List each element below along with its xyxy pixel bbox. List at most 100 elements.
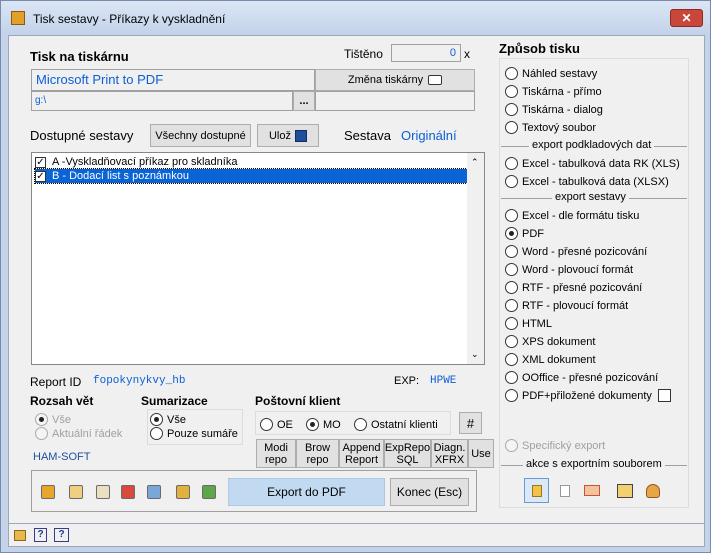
new-icon[interactable] [14,530,26,541]
scroll-up-icon[interactable]: ⌃ [471,157,479,168]
path-field[interactable]: g:\ [31,91,293,111]
radio-icon [505,157,518,170]
context-help-icon[interactable]: ? [54,528,69,542]
archive-icon[interactable] [614,480,635,501]
report-checkbox[interactable]: ✓ [35,156,46,168]
list-item-selected[interactable]: ✓ B - Dodací list s poznámkou [34,168,468,184]
mode-word-float-radio[interactable]: Word - plovoucí formát [505,263,633,276]
columns-icon[interactable] [172,481,193,502]
exp-label: EXP: [394,375,420,387]
mode-rtf-float-radio[interactable]: RTF - plovoucí formát [505,299,628,312]
exit-button[interactable]: Konec (Esc) [390,478,469,506]
report-id-label: Report ID [30,375,82,389]
mode-xls-rk-radio[interactable]: Excel - tabulková data RK (XLS) [505,157,680,170]
reports-list[interactable]: ✓ A -Vyskladňovací příkaz pro skladníka … [31,152,485,365]
radio-label: Vše [167,413,186,426]
btn-line: repo [264,453,288,466]
mode-dialog-radio[interactable]: Tiskárna - dialog [505,103,603,116]
mode-rtf-exact-radio[interactable]: RTF - přesné pozicování [505,281,642,294]
scroll-down-icon[interactable]: ⌄ [471,349,479,360]
open-report-icon[interactable] [143,481,164,502]
grid-export-icon[interactable] [198,481,219,502]
user-icon[interactable] [642,480,663,501]
mode-preview-radio[interactable]: Náhled sestavy [505,67,597,80]
pdf-attach-checkbox[interactable] [657,389,671,402]
delete-report-icon[interactable] [117,481,138,502]
report-label: A -Vyskladňovací příkaz pro skladníka [52,156,238,168]
printed-suffix: x [464,47,470,61]
mode-html-radio[interactable]: HTML [505,317,552,330]
radio-label: RTF - přesné pozicování [522,281,643,294]
mode-xls-fmt-radio[interactable]: Excel - dle formátu tisku [505,209,639,222]
mail-other-radio[interactable]: Ostatní klienti [354,418,438,431]
exprepo-sql-button[interactable]: ExpRepo SQL [384,439,431,468]
radio-icon [306,418,319,431]
btn-line: Diagn. [433,441,466,454]
file-icon[interactable] [554,480,575,501]
use-button[interactable]: Use [468,439,494,468]
all-available-button[interactable]: Všechny dostupné [150,124,251,147]
change-printer-button[interactable]: Změna tiskárny [315,69,475,91]
btn-line: repo [306,453,329,466]
check-report-icon[interactable] [92,481,113,502]
print-header: Tisk na tiskárnu [30,49,129,64]
radio-icon [260,418,273,431]
radio-icon [505,389,518,402]
radio-label: RTF - plovoucí formát [522,299,629,312]
radio-icon [505,317,518,330]
radio-icon [505,245,518,258]
save-label: Ulož [268,129,291,142]
mail-settings-button[interactable]: # [459,412,482,434]
radio-label: Tiskárna - dialog [522,103,603,116]
save-button[interactable]: Ulož [257,124,319,147]
radio-label: MO [323,418,341,431]
mode-specific-radio: Specifický export [505,439,605,452]
printer-icon [428,75,443,85]
mode-xps-radio[interactable]: XPS dokument [505,335,595,348]
mode-pdf-radio[interactable]: PDF [505,227,544,240]
radio-icon [35,427,48,440]
list-scrollbar[interactable]: ⌃ ⌄ [467,153,484,364]
mode-ooffice-radio[interactable]: OOffice - přesné pozicování [505,371,658,384]
mode-word-exact-radio[interactable]: Word - přesné pozicování [505,245,647,258]
open-file-icon[interactable] [524,478,549,503]
radio-label: Word - plovoucí formát [522,263,634,276]
help-icon[interactable]: ? [34,528,47,542]
sestava-value: Originální [401,128,457,143]
copy-report-icon[interactable] [37,481,58,502]
radio-label: XML dokument [522,353,596,366]
reports-label: Dostupné sestavy [30,128,134,143]
range-all-radio: Vše [35,413,71,426]
radio-label: Tiskárna - přímo [522,85,602,98]
mode-text-radio[interactable]: Textový soubor [505,121,596,134]
mail-icon[interactable] [581,480,602,501]
range-header: Rozsah vět [30,394,94,408]
browse-path-button[interactable]: ... [293,91,315,111]
radio-icon [505,353,518,366]
report-checkbox[interactable]: ✓ [35,170,46,182]
printed-count-field[interactable]: 0 [391,44,461,62]
modi-repo-button[interactable]: Modi repo [256,439,296,468]
mode-direct-radio[interactable]: Tiskárna - přímo [505,85,602,98]
mode-xlsx-radio[interactable]: Excel - tabulková data (XLSX) [505,175,669,188]
diagn-xfrx-button[interactable]: Diagn. XFRX [431,439,468,468]
radio-icon [150,427,163,440]
brow-repo-button[interactable]: Brow repo [296,439,339,468]
edit-report-icon[interactable] [65,481,86,502]
close-button[interactable]: ✕ [670,9,703,27]
list-item[interactable]: ✓ A -Vyskladňovací příkaz pro skladníka [35,155,467,169]
export-button[interactable]: Export do PDF [228,478,385,506]
summary-only-radio[interactable]: Pouze sumáře [150,427,238,440]
summary-all-radio[interactable]: Vše [150,413,186,426]
dialog-window: Tisk sestavy - Příkazy k vyskladnění ✕ T… [0,0,711,553]
radio-label: Pouze sumáře [167,427,238,440]
mode-xml-radio[interactable]: XML dokument [505,353,596,366]
mode-pdf-attach-radio[interactable]: PDF+přiložené dokumenty [505,389,671,402]
radio-icon [505,85,518,98]
append-report-button[interactable]: Append Report [339,439,384,468]
mail-oe-radio[interactable]: OE [260,418,293,431]
radio-label: Excel - dle formátu tisku [522,209,640,222]
report-id-value: fopokynykvy_hb [93,375,186,387]
radio-label: HTML [522,317,552,330]
mail-mo-radio[interactable]: MO [306,418,341,431]
